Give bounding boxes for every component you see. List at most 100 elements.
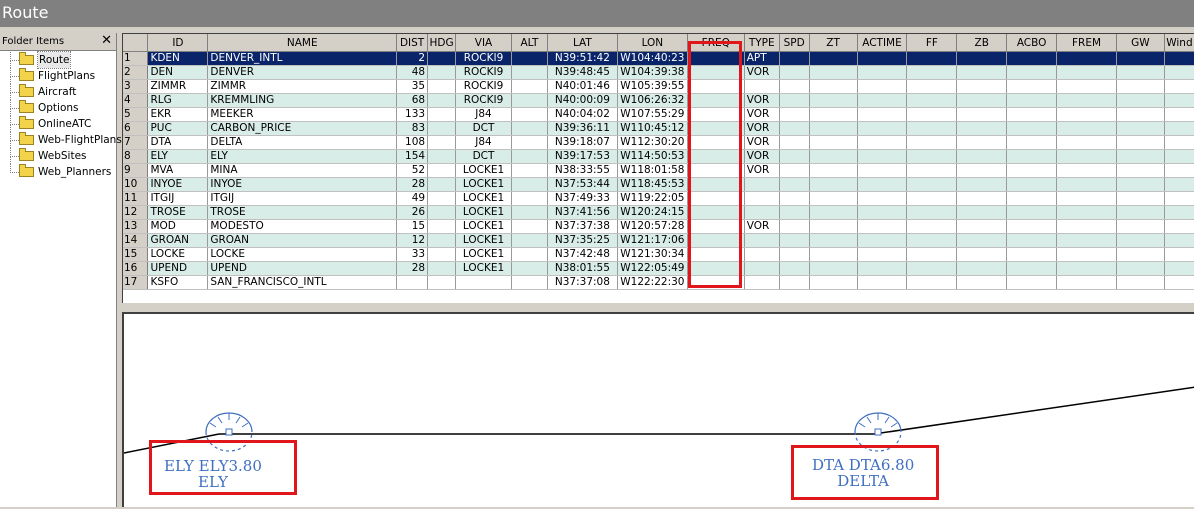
row-number[interactable]: 12 (123, 205, 149, 220)
table-cell[interactable] (1006, 135, 1058, 150)
table-cell[interactable] (1006, 65, 1058, 80)
folder-item[interactable]: Web_Planners (0, 164, 116, 180)
table-cell[interactable] (1116, 275, 1165, 290)
table-cell[interactable] (1006, 93, 1058, 108)
table-cell[interactable] (906, 205, 958, 220)
table-cell[interactable]: N40:01:46 (547, 79, 618, 94)
table-cell[interactable] (906, 177, 958, 192)
table-cell[interactable] (511, 65, 548, 80)
table-cell[interactable]: VOR (744, 93, 780, 108)
table-cell[interactable] (906, 247, 958, 262)
table-row[interactable]: 15 LOCKE LOCKE 33 LOCKE1 N37:42:48 W121:30:34 (123, 247, 1194, 262)
table-cell[interactable]: N39:18:07 (547, 135, 618, 150)
table-row[interactable]: 4 RLG KREMMLING 68 ROCKI9 N40:00:09 W106:26:32… (123, 93, 1194, 108)
table-cell[interactable] (427, 65, 457, 80)
row-number[interactable]: 9 (123, 163, 149, 178)
table-cell[interactable] (857, 275, 908, 290)
table-row[interactable]: 13 MOD MODESTO 15 LOCKE1 N37:37:38 W120:57:28 V… (123, 219, 1194, 234)
table-cell[interactable] (956, 261, 1008, 276)
table-cell[interactable] (1006, 163, 1058, 178)
table-cell[interactable] (427, 135, 457, 150)
table-cell[interactable] (1116, 177, 1165, 192)
table-cell[interactable]: N39:48:45 (547, 65, 618, 80)
column-header[interactable]: ALT (511, 34, 548, 52)
table-cell[interactable]: DCT (455, 149, 512, 164)
table-cell[interactable] (956, 177, 1008, 192)
table-cell[interactable] (1056, 191, 1117, 206)
table-cell[interactable] (1164, 191, 1194, 206)
table-cell[interactable] (956, 163, 1008, 178)
table-cell[interactable] (1006, 51, 1058, 66)
table-row[interactable]: 8 ELY ELY 154 DCT N39:17:53 W114:50:53 VOR (123, 149, 1194, 164)
table-cell[interactable] (857, 149, 908, 164)
table-cell[interactable] (956, 205, 1008, 220)
table-cell[interactable] (956, 93, 1008, 108)
table-cell[interactable] (427, 275, 457, 290)
table-row[interactable]: 6 PUC CARBON_PRICE 83 DCT N39:36:11 W110:45:12… (123, 121, 1194, 136)
table-cell[interactable] (427, 121, 457, 136)
table-cell[interactable]: W118:01:58 (617, 163, 688, 178)
column-header[interactable]: Wind (1164, 34, 1194, 52)
table-cell[interactable] (779, 219, 810, 234)
splitter[interactable] (122, 303, 1194, 312)
table-cell[interactable]: N37:41:56 (547, 205, 618, 220)
table-cell[interactable]: VOR (744, 135, 780, 150)
column-header[interactable]: FF (906, 34, 958, 52)
table-cell[interactable] (1164, 275, 1194, 290)
table-cell[interactable] (744, 205, 780, 220)
column-header[interactable]: TYPE (744, 34, 780, 52)
table-cell[interactable]: MOD (147, 219, 209, 234)
table-cell[interactable] (1056, 51, 1117, 66)
table-cell[interactable] (1116, 219, 1165, 234)
table-cell[interactable]: N37:49:33 (547, 191, 618, 206)
row-number[interactable]: 7 (123, 135, 149, 150)
table-cell[interactable]: W119:22:05 (617, 191, 688, 206)
table-cell[interactable]: W112:30:20 (617, 135, 688, 150)
row-number[interactable]: 5 (123, 107, 149, 122)
table-cell[interactable]: N38:33:55 (547, 163, 618, 178)
folder-item[interactable]: Options (0, 100, 116, 116)
table-cell[interactable]: DEN (147, 65, 209, 80)
table-cell[interactable]: 52 (396, 163, 429, 178)
table-cell[interactable]: DCT (455, 121, 512, 136)
table-cell[interactable] (857, 121, 908, 136)
row-number[interactable]: 3 (123, 79, 149, 94)
table-cell[interactable] (956, 135, 1008, 150)
table-cell[interactable]: ELY (207, 149, 398, 164)
table-cell[interactable] (511, 233, 548, 248)
table-cell[interactable] (1164, 163, 1194, 178)
table-cell[interactable]: 33 (396, 247, 429, 262)
table-cell[interactable]: 154 (396, 149, 429, 164)
table-cell[interactable] (427, 79, 457, 94)
table-row[interactable]: 14 GROAN GROAN 12 LOCKE1 N37:35:25 W121:17:06 (123, 233, 1194, 248)
row-number[interactable]: 10 (123, 177, 149, 192)
table-cell[interactable]: TROSE (147, 205, 209, 220)
table-cell[interactable] (779, 163, 810, 178)
table-cell[interactable] (906, 107, 958, 122)
table-cell[interactable] (857, 65, 908, 80)
table-cell[interactable]: 108 (396, 135, 429, 150)
table-cell[interactable]: W104:40:23 (617, 51, 688, 66)
table-cell[interactable] (511, 177, 548, 192)
table-cell[interactable]: 35 (396, 79, 429, 94)
table-cell[interactable]: ROCKI9 (455, 51, 512, 66)
table-cell[interactable]: VOR (744, 163, 780, 178)
table-cell[interactable] (744, 275, 780, 290)
table-cell[interactable]: LOCKE1 (455, 219, 512, 234)
table-cell[interactable] (809, 149, 858, 164)
table-cell[interactable] (779, 233, 810, 248)
table-cell[interactable]: 12 (396, 233, 429, 248)
table-cell[interactable] (1164, 247, 1194, 262)
table-cell[interactable] (744, 79, 780, 94)
table-cell[interactable] (906, 79, 958, 94)
table-cell[interactable]: 48 (396, 65, 429, 80)
table-cell[interactable] (1056, 65, 1117, 80)
table-cell[interactable] (1116, 93, 1165, 108)
table-cell[interactable] (1056, 93, 1117, 108)
column-header[interactable]: ZB (956, 34, 1008, 52)
table-cell[interactable] (511, 121, 548, 136)
table-row[interactable]: 5 EKR MEEKER 133 J84 N40:04:02 W107:55:29 VOR (123, 107, 1194, 122)
table-cell[interactable]: LOCKE1 (455, 205, 512, 220)
table-cell[interactable] (809, 205, 858, 220)
table-cell[interactable] (1116, 247, 1165, 262)
